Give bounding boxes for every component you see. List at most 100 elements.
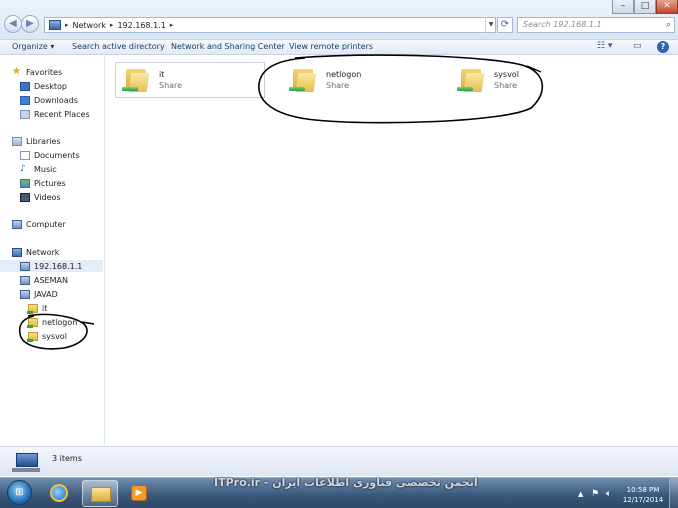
chevron-down-icon: ▾: [50, 42, 55, 51]
search-input[interactable]: Search 192.168.1.1 ⌕: [517, 17, 675, 33]
share-type: Share: [159, 81, 183, 90]
nav-downloads[interactable]: Downloads: [20, 94, 78, 106]
share-type: Share: [494, 81, 518, 90]
star-icon: ★: [12, 65, 21, 77]
nav-label: 192.168.1.1: [34, 261, 83, 271]
desktop-icon: [20, 81, 30, 91]
chevron-right-icon[interactable]: ▸: [65, 21, 69, 29]
network-icon: [12, 247, 22, 257]
start-button[interactable]: ⊞: [7, 480, 32, 505]
downloads-icon: [20, 95, 30, 105]
breadcrumb-network[interactable]: Network: [73, 21, 106, 30]
internet-explorer-icon: [50, 484, 68, 502]
computer-icon: [12, 219, 22, 229]
refresh-icon: ⟳: [500, 19, 510, 30]
view-options-icon[interactable]: ☷ ▾: [597, 41, 612, 54]
nav-share-sysvol[interactable]: sysvol: [27, 330, 67, 342]
nav-label: Favorites: [26, 67, 63, 77]
navigation-pane: ★ Favorites Desktop Downloads Recent Plac…: [0, 56, 105, 445]
maximize-button[interactable]: □: [634, 0, 656, 14]
computer-icon: [20, 289, 30, 299]
share-tile-sysvol[interactable]: sysvol Share: [451, 62, 601, 98]
share-tile-it[interactable]: it Share: [115, 62, 265, 98]
nav-label: Libraries: [26, 136, 61, 146]
nav-label: Downloads: [34, 95, 78, 105]
computer-icon: [20, 261, 30, 271]
nav-videos[interactable]: Videos: [20, 191, 61, 203]
windows-logo-icon: ⊞: [15, 487, 24, 498]
nav-label: sysvol: [42, 331, 67, 341]
minimize-button[interactable]: –: [612, 0, 634, 14]
nav-computer[interactable]: Computer: [12, 218, 66, 230]
organize-menu[interactable]: Organize ▾: [12, 42, 54, 51]
search-placeholder: Search 192.168.1.1: [523, 20, 602, 29]
nav-documents[interactable]: Documents: [20, 149, 80, 161]
nav-pictures[interactable]: Pictures: [20, 177, 66, 189]
forward-arrow-icon: ▶: [26, 18, 34, 29]
taskbar-internet-explorer[interactable]: [42, 480, 78, 507]
nav-desktop[interactable]: Desktop: [20, 80, 67, 92]
volume-icon[interactable]: 🔈︎: [606, 489, 616, 499]
taskbar-windows-explorer[interactable]: [82, 480, 118, 507]
search-icon[interactable]: ⌕: [666, 18, 671, 32]
folder-icon: [91, 487, 111, 502]
pictures-icon: [20, 178, 30, 188]
nav-label: Desktop: [34, 81, 67, 91]
network-icon: [49, 20, 61, 30]
nav-label: Recent Places: [34, 109, 90, 119]
nav-libraries[interactable]: Libraries: [12, 135, 61, 147]
share-type: Share: [326, 81, 350, 90]
clock-date: 12/17/2014: [622, 496, 664, 504]
documents-icon: [20, 150, 30, 160]
nav-label: Videos: [34, 192, 61, 202]
nav-music[interactable]: ♪ Music: [20, 163, 57, 175]
shared-folder-icon: [27, 317, 38, 328]
search-active-directory-button[interactable]: Search active directory: [72, 42, 165, 51]
chevron-right-icon[interactable]: ▸: [110, 21, 114, 29]
back-button[interactable]: ◀: [4, 15, 22, 33]
watermark-text: انجمن تخصصی فناوری اطلاعات ایران - ITPro…: [214, 476, 478, 489]
nav-network[interactable]: Network: [12, 246, 59, 258]
forward-button[interactable]: ▶: [21, 15, 39, 33]
view-remote-printers-button[interactable]: View remote printers: [289, 42, 373, 51]
item-count: 3 items: [52, 454, 82, 463]
preview-pane-icon[interactable]: ▭: [633, 41, 642, 54]
nav-label: Music: [34, 164, 57, 174]
clock-time: 10:58 PM: [626, 486, 660, 494]
nav-label: Computer: [26, 219, 66, 229]
nav-recent-places[interactable]: Recent Places: [20, 108, 90, 120]
help-icon[interactable]: ?: [657, 41, 669, 53]
nav-host-selected[interactable]: 192.168.1.1: [0, 260, 103, 272]
music-icon: ♪: [20, 163, 26, 174]
network-sharing-center-button[interactable]: Network and Sharing Center: [171, 42, 285, 51]
nav-aseman[interactable]: ASEMAN: [20, 274, 68, 286]
computer-icon: [20, 275, 30, 285]
address-dropdown-button[interactable]: ▼: [485, 17, 496, 33]
taskbar-media-player[interactable]: ▶: [122, 480, 158, 507]
shared-folder-icon: [122, 67, 152, 93]
share-tile-netlogon[interactable]: netlogon Share: [283, 62, 433, 98]
organize-label: Organize: [12, 42, 48, 51]
action-center-flag-icon[interactable]: ⚑: [591, 489, 601, 499]
computer-icon: [12, 453, 40, 473]
chevron-right-icon[interactable]: ▸: [170, 21, 174, 29]
back-arrow-icon: ◀: [9, 18, 17, 29]
nav-label: JAVAD: [34, 289, 58, 299]
show-desktop-button[interactable]: [669, 478, 678, 508]
nav-share-netlogon[interactable]: netlogon: [27, 316, 78, 328]
nav-javad[interactable]: JAVAD: [20, 288, 58, 300]
command-bar: Organize ▾ Search active directory Netwo…: [0, 40, 678, 55]
nav-favorites[interactable]: ★ Favorites: [12, 66, 62, 78]
close-button[interactable]: ✕: [656, 0, 678, 14]
system-clock[interactable]: 10:58 PM 12/17/2014: [620, 485, 666, 505]
share-name: netlogon: [326, 70, 362, 79]
show-hidden-icons-button[interactable]: ▲: [578, 490, 583, 498]
breadcrumb-host[interactable]: 192.168.1.1: [117, 21, 165, 30]
nav-share-it[interactable]: it: [27, 302, 47, 314]
refresh-button[interactable]: ⟳: [497, 17, 513, 33]
address-row: ◀ ▶ ▸ Network ▸ 192.168.1.1 ▸ ▼ ⟳ Search…: [0, 0, 678, 40]
shared-folder-icon: [289, 67, 319, 93]
address-bar[interactable]: ▸ Network ▸ 192.168.1.1 ▸: [44, 17, 496, 33]
shared-folder-icon: [27, 331, 38, 342]
nav-label: netlogon: [42, 317, 78, 327]
